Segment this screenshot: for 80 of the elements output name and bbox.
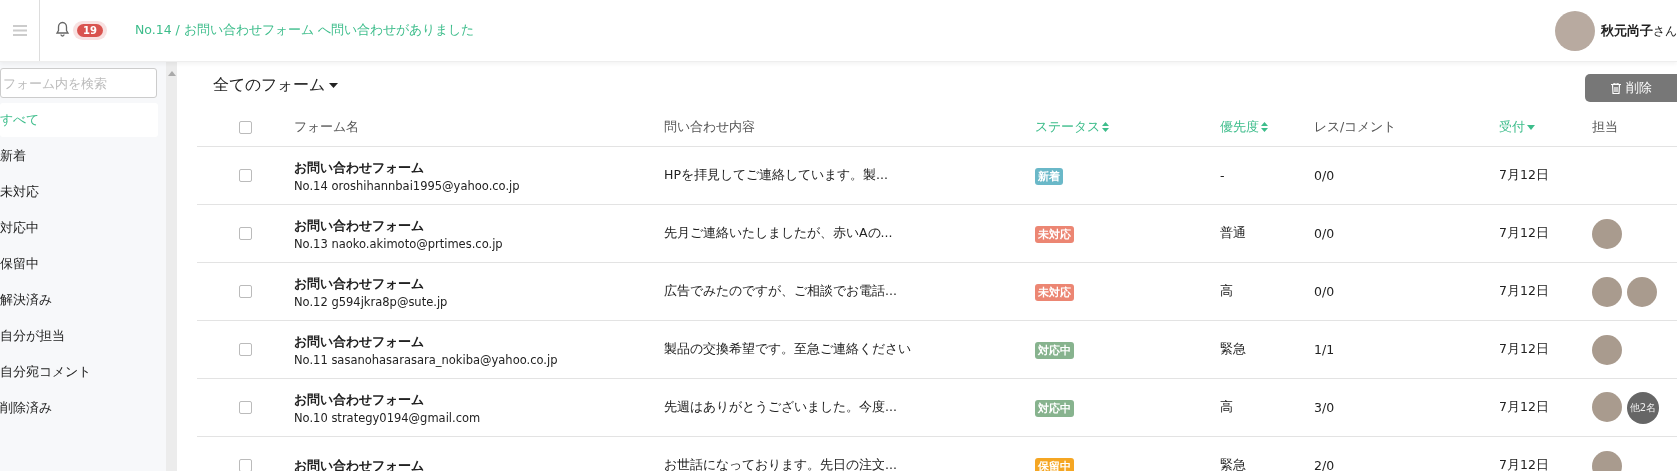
avatar-placeholder[interactable] <box>1555 10 1595 51</box>
checkbox[interactable] <box>239 227 252 240</box>
response-count: 2/0 <box>1314 458 1336 471</box>
column-header: レス/コメント <box>1314 118 1397 136</box>
sidebar-item[interactable]: 自分が担当 <box>0 319 158 353</box>
response-count: 0/0 <box>1314 168 1336 183</box>
inquiry-preview[interactable]: お世話になっております。先日の注文... <box>664 457 1035 471</box>
checkbox[interactable] <box>239 343 252 356</box>
priority-text: 緊急 <box>1220 457 1247 471</box>
column-header: 担当 <box>1592 118 1618 136</box>
status-tag: 対応中 <box>1035 341 1074 359</box>
form-name[interactable]: お問い合わせフォーム <box>294 274 664 293</box>
avatar-placeholder <box>1592 218 1622 249</box>
status-tag: 未対応 <box>1035 283 1074 301</box>
response-count: 0/0 <box>1314 226 1336 241</box>
priority-text: 緊急 <box>1220 341 1247 358</box>
status-tag: 対応中 <box>1035 399 1074 417</box>
form-name[interactable]: お問い合わせフォーム <box>294 216 664 235</box>
checkbox[interactable] <box>239 169 252 182</box>
inquiry-email: No.14 oroshihannbai1995@yahoo.co.jp <box>294 178 521 193</box>
response-count: 0/0 <box>1314 284 1336 299</box>
priority-text: 普通 <box>1220 225 1247 242</box>
checkbox[interactable] <box>239 401 252 414</box>
status-tag: 新着 <box>1035 167 1063 185</box>
received-date: 7月12日 <box>1499 225 1550 242</box>
form-name[interactable]: お問い合わせフォーム <box>294 390 664 409</box>
sort-icon <box>1102 122 1109 132</box>
caret-icon <box>329 82 338 88</box>
priority-text: - <box>1220 168 1226 183</box>
sidebar-item[interactable]: 新着 <box>0 139 158 173</box>
checkbox[interactable] <box>239 459 252 471</box>
checkbox[interactable] <box>239 285 252 298</box>
inquiry-preview[interactable]: 広告でみたのですが、ご相談でお電話... <box>664 283 1035 300</box>
priority-text: 高 <box>1220 399 1234 416</box>
received-date: 7月12日 <box>1499 399 1550 416</box>
avatar-placeholder <box>1592 334 1622 365</box>
scroll-up-icon[interactable] <box>167 71 176 76</box>
form-filter-dropdown[interactable]: 全てのフォーム <box>213 74 338 96</box>
more-assignees-badge: 他2名 <box>1627 391 1659 424</box>
trash-icon <box>1610 82 1621 94</box>
avatar-placeholder <box>1627 276 1657 307</box>
inquiry-preview[interactable]: 先週はありがとうございました。今度... <box>664 399 1035 416</box>
sidebar-item[interactable]: 未対応 <box>0 175 158 209</box>
avatar-placeholder <box>1592 276 1622 307</box>
avatar-placeholder <box>1592 450 1622 471</box>
received-date: 7月12日 <box>1499 167 1550 184</box>
status-tag: 保留中 <box>1035 457 1074 471</box>
column-header: 問い合わせ内容 <box>664 118 755 136</box>
received-date: 7月12日 <box>1499 341 1550 358</box>
inquiry-preview[interactable]: 製品の交換希望です。至急ご連絡ください <box>664 341 1035 358</box>
sidebar-item[interactable]: 保留中 <box>0 247 158 281</box>
delete-button[interactable]: 削除 <box>1585 74 1677 102</box>
sidebar-item[interactable]: 削除済み <box>0 391 158 425</box>
sidebar-item[interactable]: 自分宛コメント <box>0 355 158 389</box>
bell-icon[interactable] <box>55 20 70 37</box>
checkbox[interactable] <box>239 120 252 134</box>
received-date: 7月12日 <box>1499 457 1550 471</box>
sort-descending-icon <box>1527 124 1535 130</box>
form-name[interactable]: お問い合わせフォーム <box>294 456 664 471</box>
inquiry-email: No.10 strategy0194@gmail.com <box>294 410 482 425</box>
form-name[interactable]: お問い合わせフォーム <box>294 332 664 351</box>
inquiry-email: No.13 naoko.akimoto@prtimes.co.jp <box>294 236 504 251</box>
user-name: 秋元尚子さん <box>1601 21 1677 40</box>
sort-icon <box>1261 122 1268 132</box>
inquiry-email: No.11 sasanohasarasara_nokiba@yahoo.co.jp <box>294 352 559 367</box>
received-date: 7月12日 <box>1499 283 1550 300</box>
sidebar-item[interactable]: 対応中 <box>0 211 158 245</box>
inquiry-preview[interactable]: HPを拝見してご連絡しています。製... <box>664 167 1035 184</box>
response-count: 1/1 <box>1314 342 1336 357</box>
notification-badge: 19 <box>73 21 107 40</box>
sidebar-item[interactable]: 解決済み <box>0 283 158 317</box>
form-name[interactable]: お問い合わせフォーム <box>294 158 664 177</box>
response-count: 3/0 <box>1314 400 1336 415</box>
avatar-placeholder <box>1592 391 1622 422</box>
inquiry-email: No.12 g594jkra8p@sute.jp <box>294 294 449 309</box>
column-header: フォーム名 <box>294 118 359 136</box>
menu-icon[interactable] <box>12 25 27 36</box>
inquiry-preview[interactable]: 先月ご連絡いたしましたが、赤いAの... <box>664 225 1035 242</box>
status-tag: 未対応 <box>1035 225 1074 243</box>
priority-text: 高 <box>1220 283 1234 300</box>
